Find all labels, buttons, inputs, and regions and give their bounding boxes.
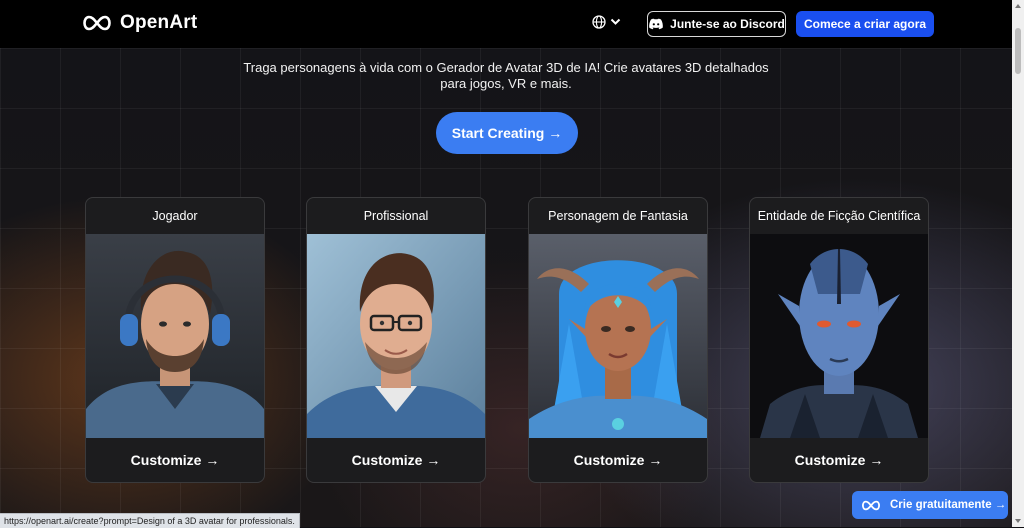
status-bar-url: https://openart.ai/create?prompt=Design … — [0, 513, 300, 528]
customize-link[interactable]: Customize → — [529, 438, 707, 482]
subtitle-line-1: Traga personagens à vida com o Gerador d… — [243, 60, 769, 75]
language-selector[interactable] — [592, 15, 621, 29]
scifi-avatar-image — [750, 234, 928, 438]
create-free-label: Crie gratuitamente → — [890, 499, 1007, 511]
card-title: Jogador — [152, 209, 198, 223]
brand-logo[interactable]: OpenArt — [80, 12, 197, 34]
customize-link[interactable]: Customize → — [307, 438, 485, 482]
start-creating-button[interactable]: Start Creating → — [436, 112, 578, 154]
avatar-card-scifi[interactable]: Entidade de Ficção Científica Customize … — [749, 197, 929, 483]
create-free-button[interactable]: Crie gratuitamente → — [852, 491, 1008, 519]
gamer-avatar-image — [86, 234, 264, 438]
professional-avatar-image — [307, 234, 485, 438]
customize-link[interactable]: Customize → — [86, 438, 264, 482]
card-title: Profissional — [363, 209, 429, 223]
card-title: Personagem de Fantasia — [548, 209, 688, 223]
avatar-card-gamer[interactable]: Jogador Customize → — [85, 197, 265, 483]
card-title: Entidade de Ficção Científica — [757, 209, 921, 223]
start-creating-now-button[interactable]: Comece a criar agora — [796, 11, 934, 37]
infinity-logo-icon — [83, 15, 111, 31]
subtitle-line-2: para jogos, VR e mais. — [440, 76, 572, 91]
discord-icon — [649, 18, 663, 30]
brand-name: OpenArt — [120, 12, 198, 33]
hero-subtitle: Traga personagens à vida com o Gerador d… — [232, 60, 780, 92]
discord-label: Junte-se ao Discord — [670, 17, 785, 31]
customize-link[interactable]: Customize → — [750, 438, 928, 482]
avatar-card-fantasy[interactable]: Personagem de Fantasia Customize → — [528, 197, 708, 483]
infinity-logo-icon — [862, 500, 880, 510]
top-navbar: OpenArt Junte-se ao Discord Comece a cri… — [0, 0, 1012, 48]
avatar-card-professional[interactable]: Profissional Customize → — [306, 197, 486, 483]
scroll-down-arrow-icon[interactable] — [1014, 517, 1022, 525]
scroll-up-arrow-icon[interactable] — [1014, 2, 1022, 10]
fantasy-avatar-image — [529, 234, 707, 438]
scrollbar-thumb[interactable] — [1015, 28, 1021, 74]
chevron-down-icon — [610, 18, 621, 25]
page-scrollbar[interactable] — [1012, 0, 1024, 527]
join-discord-button[interactable]: Junte-se ao Discord — [647, 11, 786, 37]
globe-icon — [592, 15, 606, 29]
